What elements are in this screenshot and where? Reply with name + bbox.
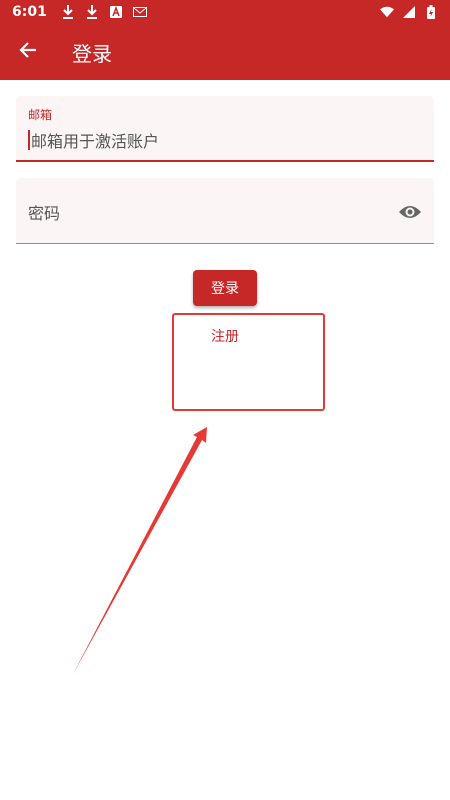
app-bar: 登录 [0, 24, 450, 80]
status-time: 6:01 [12, 4, 47, 20]
battery-icon [424, 5, 438, 19]
arrow-back-icon [19, 41, 37, 63]
download-icon [61, 5, 75, 19]
mail-icon [132, 5, 147, 19]
email-field-value: 邮箱用于激活账户 [28, 128, 159, 152]
annotation-highlight-box [172, 313, 325, 411]
email-field[interactable]: 邮箱 邮箱用于激活账户 [16, 96, 434, 162]
email-field-text: 邮箱用于激活账户 [31, 132, 160, 151]
password-visibility-toggle[interactable] [398, 200, 422, 224]
font-app-icon [109, 5, 123, 19]
login-button[interactable]: 登录 [193, 270, 257, 306]
email-field-label: 邮箱 [28, 108, 53, 122]
password-field-placeholder: 密码 [28, 204, 61, 223]
page-title: 登录 [72, 41, 112, 66]
back-button[interactable] [0, 24, 56, 80]
text-cursor [28, 130, 30, 150]
wifi-icon [380, 5, 394, 19]
download-icon [85, 5, 99, 19]
status-bar: 6:01 [0, 0, 450, 24]
password-field[interactable]: 密码 [16, 178, 434, 244]
eye-icon [399, 206, 421, 218]
signal-icon [402, 5, 416, 19]
status-icons-right [380, 5, 438, 19]
status-icons-left [61, 5, 147, 19]
